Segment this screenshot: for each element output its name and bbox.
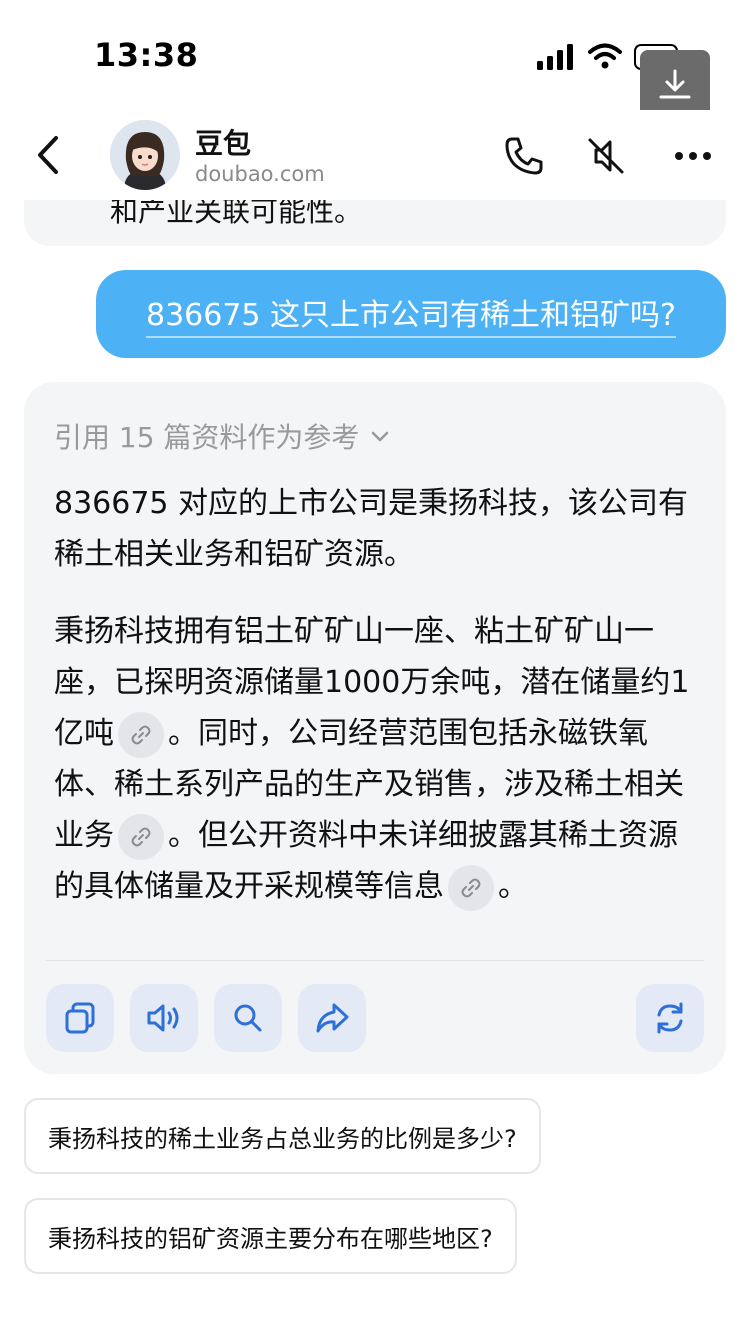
speaker-muted-icon bbox=[588, 138, 624, 174]
wifi-icon bbox=[588, 43, 622, 69]
suggested-question-1[interactable]: 秉扬科技的稀土业务占总业务的比例是多少? bbox=[24, 1098, 541, 1174]
more-dot bbox=[703, 152, 711, 160]
regenerate-icon bbox=[657, 1002, 683, 1034]
bot-name: 豆包 bbox=[195, 127, 252, 160]
source-link-button[interactable] bbox=[448, 864, 494, 911]
user-message-bubble[interactable]: 836675 这只上市公司有稀土和铝矿吗? bbox=[96, 270, 726, 358]
more-dot bbox=[675, 152, 683, 160]
references-label: 引用 15 篇资料作为参考 bbox=[54, 421, 360, 454]
chevron-left-icon bbox=[38, 136, 58, 174]
download-icon bbox=[659, 69, 691, 99]
share-icon bbox=[316, 1003, 349, 1033]
references-toggle[interactable]: 引用 15 篇资料作为参考 bbox=[54, 416, 391, 456]
share-button[interactable] bbox=[298, 984, 366, 1052]
search-button[interactable] bbox=[214, 984, 282, 1052]
bot-domain: doubao.com bbox=[195, 162, 325, 186]
user-message-text: 836675 这只上市公司有稀土和铝矿吗? bbox=[146, 290, 676, 338]
answer-paragraph-1: 836675 对应的上市公司是秉扬科技，该公司有稀土相关业务和铝矿资源。 bbox=[54, 486, 689, 572]
avatar-illustration bbox=[110, 120, 180, 190]
bot-avatar[interactable] bbox=[110, 120, 180, 190]
link-icon bbox=[461, 878, 481, 897]
more-options-button[interactable] bbox=[668, 134, 718, 178]
divider bbox=[46, 960, 704, 961]
search-icon bbox=[234, 1004, 262, 1032]
chat-header: 豆包 doubao.com bbox=[0, 110, 750, 200]
source-link-button[interactable] bbox=[118, 813, 164, 860]
copy-icon bbox=[65, 1002, 95, 1034]
back-button[interactable] bbox=[30, 130, 66, 180]
suggested-question-2[interactable]: 秉扬科技的铝矿资源主要分布在哪些地区? bbox=[24, 1198, 517, 1274]
link-icon bbox=[131, 827, 151, 846]
chevron-down-icon bbox=[372, 431, 389, 442]
assistant-answer-card: 引用 15 篇资料作为参考 836675 对应的上市公司是秉扬科技，该公司有稀土… bbox=[24, 382, 726, 1074]
answer-text-segment: 。 bbox=[498, 869, 528, 904]
answer-paragraph-2: 秉扬科技拥有铝土矿矿山一座、粘土矿矿山一座，已探明资源储量1000万余吨，潜在储… bbox=[54, 606, 704, 912]
more-dot bbox=[689, 152, 697, 160]
regenerate-button[interactable] bbox=[636, 984, 704, 1052]
status-bar: 13:38 bbox=[0, 0, 750, 120]
phone-icon bbox=[505, 137, 543, 175]
link-icon bbox=[131, 725, 151, 744]
mute-speaker-button[interactable] bbox=[584, 134, 628, 178]
source-link-button[interactable] bbox=[118, 711, 164, 758]
call-button[interactable] bbox=[502, 134, 546, 178]
status-time: 13:38 bbox=[94, 36, 199, 74]
speaker-icon bbox=[147, 1004, 179, 1032]
read-aloud-button[interactable] bbox=[130, 984, 198, 1052]
copy-button[interactable] bbox=[46, 984, 114, 1052]
cellular-signal-icon bbox=[537, 44, 573, 70]
